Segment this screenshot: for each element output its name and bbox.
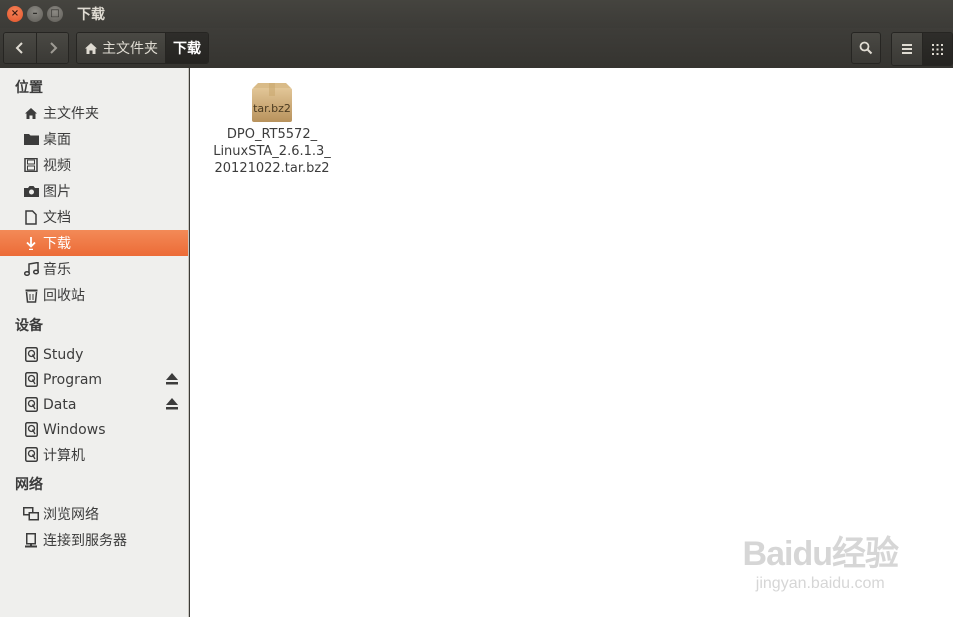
sidebar-item-label: Study xyxy=(43,346,84,363)
archive-badge: tar.bz2 xyxy=(253,102,291,115)
breadcrumb-downloads[interactable]: 下载 xyxy=(165,33,208,63)
close-window-button[interactable]: × xyxy=(7,6,23,22)
file-view[interactable]: tar.bz2 DPO_RT5572_ LinuxSTA_2.6.1.3_ 20… xyxy=(190,68,953,617)
sidebar-item-label: 计算机 xyxy=(43,447,85,464)
home-icon xyxy=(85,42,97,54)
sidebar-header-places: 位置 xyxy=(15,80,43,96)
sidebar-item-label: Windows xyxy=(43,421,106,438)
sidebar-item-study[interactable]: Study xyxy=(0,342,188,367)
watermark-url: jingyan.baidu.com xyxy=(755,575,885,592)
sidebar-item-home[interactable]: 主文件夹 xyxy=(0,100,188,126)
grid-view-button[interactable] xyxy=(922,33,952,65)
sidebar-item-trash[interactable]: 回收站 xyxy=(0,282,188,308)
sidebar-item-computer[interactable]: 计算机 xyxy=(0,442,188,467)
forward-icon xyxy=(49,42,57,54)
file-item[interactable]: tar.bz2 DPO_RT5572_ LinuxSTA_2.6.1.3_ 20… xyxy=(208,82,336,177)
sidebar-item-label: 文档 xyxy=(43,210,71,226)
camera-icon xyxy=(23,183,39,199)
sidebar-item-label: 浏览网络 xyxy=(43,507,99,523)
archive-icon: tar.bz2 xyxy=(250,82,294,124)
breadcrumb-downloads-label: 下载 xyxy=(173,41,201,57)
drive-icon xyxy=(23,372,39,388)
close-icon: × xyxy=(10,8,20,19)
toolbar: 主文件夹 下载 xyxy=(0,28,953,68)
sidebar-item-label: 回收站 xyxy=(43,288,85,304)
sidebar-item-label: Program xyxy=(43,371,103,388)
music-icon xyxy=(23,261,39,277)
maximize-window-button[interactable]: □ xyxy=(47,6,63,22)
window-controls: × – □ xyxy=(7,6,63,22)
history-nav xyxy=(3,32,69,64)
trash-icon xyxy=(23,287,39,303)
sidebar-item-label: Data xyxy=(43,396,77,413)
sidebar-item-documents[interactable]: 文档 xyxy=(0,204,188,230)
toolbar-right xyxy=(851,32,953,66)
sidebar-header-devices: 设备 xyxy=(15,318,43,334)
window-title: 下载 xyxy=(77,7,105,23)
title-bar: × – □ 下载 xyxy=(0,0,953,28)
eject-icon[interactable] xyxy=(165,398,179,410)
file-name-line: 20121022.tar.bz2 xyxy=(214,161,330,176)
sidebar-item-pictures[interactable]: 图片 xyxy=(0,178,188,204)
breadcrumb: 主文件夹 下载 xyxy=(76,32,209,64)
sidebar: 位置 主文件夹 桌面 视频 图片 文档 下载 音乐 回收站 设备 Study P… xyxy=(0,68,189,617)
sidebar-item-label: 主文件夹 xyxy=(43,106,99,122)
drive-icon xyxy=(23,422,39,438)
sidebar-item-label: 音乐 xyxy=(43,262,71,278)
forward-button[interactable] xyxy=(36,33,68,63)
file-name-line: LinuxSTA_2.6.1.3_ xyxy=(213,144,331,159)
search-icon xyxy=(859,41,873,55)
sidebar-header-network: 网络 xyxy=(15,477,43,493)
maximize-icon: □ xyxy=(50,8,60,19)
document-icon xyxy=(23,209,39,225)
sidebar-item-program[interactable]: Program xyxy=(0,367,188,392)
sidebar-item-label: 下载 xyxy=(43,236,71,252)
sidebar-item-label: 连接到服务器 xyxy=(43,533,127,549)
sidebar-item-music[interactable]: 音乐 xyxy=(0,256,188,282)
folder-icon xyxy=(23,131,39,147)
sidebar-item-label: 桌面 xyxy=(43,132,71,148)
grid-view-icon xyxy=(932,43,943,55)
search-button[interactable] xyxy=(851,32,881,64)
sidebar-item-windows[interactable]: Windows xyxy=(0,417,188,442)
back-button[interactable] xyxy=(4,33,36,63)
watermark: Baidu经验 jingyan.baidu.com xyxy=(742,526,899,593)
sidebar-item-data[interactable]: Data xyxy=(0,392,188,417)
breadcrumb-home-label: 主文件夹 xyxy=(102,41,158,57)
file-name: DPO_RT5572_ LinuxSTA_2.6.1.3_ 20121022.t… xyxy=(208,126,336,177)
download-icon xyxy=(23,235,39,251)
drive-icon xyxy=(23,447,39,463)
sidebar-item-label: 图片 xyxy=(43,184,71,200)
server-icon xyxy=(23,532,39,548)
minimize-icon: – xyxy=(32,8,38,19)
sidebar-item-videos[interactable]: 视频 xyxy=(0,152,188,178)
watermark-logo: Baidu经验 xyxy=(742,535,899,573)
eject-icon[interactable] xyxy=(165,373,179,385)
home-icon xyxy=(23,105,39,121)
sidebar-item-label: 视频 xyxy=(43,158,71,174)
file-name-line: DPO_RT5572_ xyxy=(226,127,318,142)
sidebar-item-desktop[interactable]: 桌面 xyxy=(0,126,188,152)
sidebar-item-connect-server[interactable]: 连接到服务器 xyxy=(0,527,188,553)
list-view-icon xyxy=(902,44,912,54)
sidebar-item-browse-network[interactable]: 浏览网络 xyxy=(0,501,188,527)
sidebar-item-downloads[interactable]: 下载 xyxy=(0,230,188,256)
film-icon xyxy=(23,157,39,173)
minimize-window-button[interactable]: – xyxy=(27,6,43,22)
breadcrumb-home[interactable]: 主文件夹 xyxy=(77,33,165,63)
drive-icon xyxy=(23,397,39,413)
network-icon xyxy=(23,506,39,522)
view-switcher xyxy=(891,32,953,66)
back-icon xyxy=(15,42,23,54)
drive-icon xyxy=(23,347,39,363)
list-view-button[interactable] xyxy=(892,33,922,65)
